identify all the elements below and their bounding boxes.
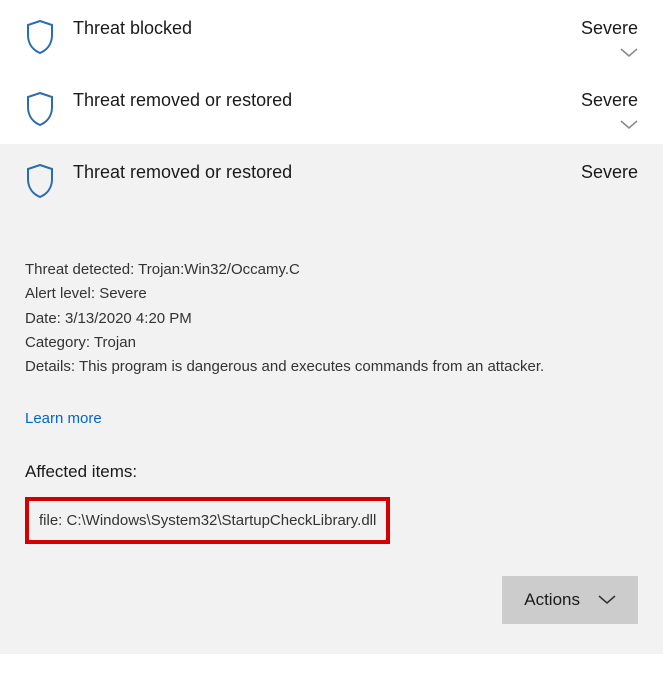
actions-button[interactable]: Actions (502, 576, 638, 624)
details-label: Details: (25, 358, 75, 375)
chevron-down-icon[interactable] (620, 117, 638, 134)
severity-label: Severe (581, 162, 638, 183)
threat-detected-label: Threat detected: (25, 261, 134, 278)
threat-detected-value: Trojan:Win32/Occamy.C (138, 261, 300, 278)
alert-level-value: Severe (99, 285, 147, 302)
category-label: Category: (25, 334, 90, 351)
affected-items-heading: Affected items: (25, 459, 638, 485)
category-value: Trojan (94, 334, 136, 351)
shield-icon (25, 92, 55, 126)
shield-icon (25, 20, 55, 54)
severity-label: Severe (581, 18, 638, 39)
threat-item-expanded: Threat removed or restored Severe Threat… (0, 144, 663, 654)
threat-item[interactable]: Threat blocked Severe (25, 0, 638, 72)
learn-more-link[interactable]: Learn more (25, 407, 102, 430)
chevron-down-icon (598, 590, 616, 610)
actions-button-label: Actions (524, 590, 580, 610)
threat-item[interactable]: Threat removed or restored Severe (25, 72, 638, 144)
threat-details: Threat detected: Trojan:Win32/Occamy.C A… (25, 258, 638, 624)
severity-label: Severe (581, 90, 638, 111)
details-value: This program is dangerous and executes c… (79, 358, 544, 375)
date-label: Date: (25, 310, 61, 327)
date-value: 3/13/2020 4:20 PM (65, 310, 192, 327)
threat-title: Threat removed or restored (73, 90, 581, 111)
threat-title: Threat removed or restored (73, 162, 581, 183)
affected-item-highlight: file: C:\Windows\System32\StartupCheckLi… (25, 497, 390, 544)
chevron-down-icon[interactable] (620, 45, 638, 62)
shield-icon (25, 164, 55, 198)
threat-header[interactable]: Threat removed or restored Severe (25, 162, 638, 198)
threat-title: Threat blocked (73, 18, 581, 39)
alert-level-label: Alert level: (25, 285, 95, 302)
affected-item: file: C:\Windows\System32\StartupCheckLi… (39, 509, 376, 532)
